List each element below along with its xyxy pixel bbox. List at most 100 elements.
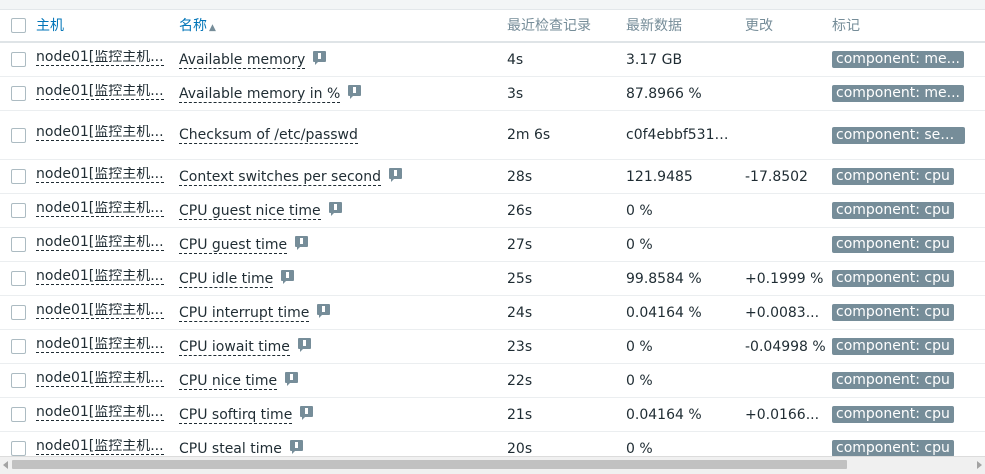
tag-badge[interactable]: component: cpu bbox=[832, 338, 954, 355]
table-row: node01[监控主机... CPU guest time 27s 0 % compon… bbox=[0, 227, 985, 262]
host-link[interactable]: node01[监控主机... bbox=[36, 235, 164, 251]
description-icon[interactable] bbox=[289, 439, 303, 454]
row-checkbox[interactable] bbox=[11, 407, 26, 422]
host-link[interactable]: node01[监控主机... bbox=[36, 269, 164, 285]
tag-badge[interactable]: component: cpu bbox=[832, 406, 954, 423]
row-select-cell bbox=[0, 295, 36, 330]
item-name-link[interactable]: CPU softirq time bbox=[179, 407, 293, 424]
host-link[interactable]: node01[监控主机... bbox=[36, 303, 164, 319]
row-checkbox[interactable] bbox=[11, 52, 26, 67]
latest-data-value: 0 % bbox=[626, 202, 653, 219]
description-icon[interactable] bbox=[317, 303, 331, 318]
header-host[interactable]: 主机 bbox=[36, 9, 179, 43]
table-row: node01[监控主机... Available memory in % 3s 87.… bbox=[0, 76, 985, 111]
change-cell: -0.04998 % bbox=[745, 329, 832, 364]
row-select-cell bbox=[0, 227, 36, 262]
tag-badge[interactable]: component: cpu bbox=[832, 304, 954, 321]
tag-badge[interactable]: component: cpu bbox=[832, 168, 954, 185]
header-name-label[interactable]: 名称 bbox=[179, 18, 207, 34]
item-name-link[interactable]: CPU iowait time bbox=[179, 339, 290, 356]
host-link[interactable]: node01[监控主机... bbox=[36, 201, 164, 217]
tag-badge[interactable]: component: cpu bbox=[832, 270, 954, 287]
change-cell bbox=[745, 110, 832, 160]
host-link[interactable]: node01[监控主机... bbox=[36, 337, 164, 353]
scroll-right-arrow-icon[interactable] bbox=[977, 461, 982, 469]
description-icon[interactable] bbox=[297, 337, 311, 352]
item-name-link[interactable]: CPU nice time bbox=[179, 373, 278, 390]
host-link[interactable]: node01[监控主机... bbox=[36, 405, 164, 421]
row-checkbox[interactable] bbox=[11, 339, 26, 354]
description-icon[interactable] bbox=[281, 269, 295, 284]
table-row: node01[监控主机... Context switches per secon… bbox=[0, 159, 985, 194]
description-icon[interactable] bbox=[285, 371, 299, 386]
row-checkbox[interactable] bbox=[11, 441, 26, 456]
row-select-cell bbox=[0, 363, 36, 398]
horizontal-scrollbar[interactable] bbox=[0, 456, 985, 474]
select-all-cell bbox=[0, 9, 36, 43]
tag-badge[interactable]: component: cpu bbox=[832, 236, 954, 253]
host-link[interactable]: node01[监控主机... bbox=[36, 125, 164, 141]
item-name-link[interactable]: Context switches per second bbox=[179, 169, 381, 186]
tag-badge[interactable]: component: cpu bbox=[832, 440, 954, 457]
host-link[interactable]: node01[监控主机... bbox=[36, 84, 164, 100]
host-link[interactable]: node01[监控主机... bbox=[36, 50, 164, 66]
description-icon[interactable] bbox=[388, 167, 402, 182]
description-icon[interactable] bbox=[348, 84, 362, 99]
latest-data-value: 0.04164 % bbox=[626, 406, 702, 423]
host-cell: node01[监控主机... bbox=[36, 363, 179, 398]
item-name-link[interactable]: Available memory in % bbox=[179, 86, 341, 103]
item-name-link[interactable]: CPU guest time bbox=[179, 237, 288, 254]
table-row: node01[监控主机... CPU idle time 25s 99.8584 % +… bbox=[0, 261, 985, 296]
change-value: -17.8502 bbox=[745, 168, 808, 185]
latest-data-value: 0 % bbox=[626, 372, 653, 389]
latest-data-value: 0 % bbox=[626, 440, 653, 457]
host-cell: node01[监控主机... bbox=[36, 193, 179, 228]
latest-data-value: 0 % bbox=[626, 236, 653, 253]
row-checkbox[interactable] bbox=[11, 271, 26, 286]
item-name-link[interactable]: Checksum of /etc/passwd bbox=[179, 127, 358, 144]
header-host-label[interactable]: 主机 bbox=[36, 18, 64, 34]
last-check-value: 20s bbox=[507, 440, 533, 457]
item-name-link[interactable]: CPU guest nice time bbox=[179, 203, 321, 220]
last-check-cell: 23s bbox=[507, 329, 626, 364]
row-checkbox[interactable] bbox=[11, 169, 26, 184]
tags-cell: component: cpu bbox=[832, 397, 985, 432]
tag-badge[interactable]: component: sec... bbox=[832, 126, 965, 144]
description-icon[interactable] bbox=[313, 50, 327, 65]
scroll-left-arrow-icon[interactable] bbox=[3, 461, 8, 469]
scrollbar-thumb[interactable] bbox=[12, 460, 847, 469]
latest-data-cell: c0f4ebbf531a... bbox=[626, 110, 745, 160]
tag-badge[interactable]: component: cpu bbox=[832, 372, 954, 389]
host-cell: node01[监控主机... bbox=[36, 42, 179, 77]
row-checkbox[interactable] bbox=[11, 127, 26, 143]
row-checkbox[interactable] bbox=[11, 305, 26, 320]
last-check-cell: 24s bbox=[507, 295, 626, 330]
host-link[interactable]: node01[监控主机... bbox=[36, 371, 164, 387]
item-name-link[interactable]: Available memory bbox=[179, 52, 306, 69]
change-value: +0.1999 % bbox=[745, 270, 824, 287]
item-name-link[interactable]: CPU interrupt time bbox=[179, 305, 310, 322]
row-select-cell bbox=[0, 76, 36, 111]
host-link[interactable]: node01[监控主机... bbox=[36, 439, 164, 455]
tag-badge[interactable]: component: me... bbox=[832, 85, 964, 102]
table-row: node01[监控主机... Available memory 4s 3.17 GB c… bbox=[0, 42, 985, 77]
row-checkbox[interactable] bbox=[11, 237, 26, 252]
latest-data-cell: 0 % bbox=[626, 363, 745, 398]
tag-badge[interactable]: component: me... bbox=[832, 51, 964, 68]
tag-badge[interactable]: component: cpu bbox=[832, 202, 954, 219]
description-icon[interactable] bbox=[300, 405, 314, 420]
description-icon[interactable] bbox=[328, 201, 342, 216]
select-all-checkbox[interactable] bbox=[11, 17, 26, 33]
tags-cell: component: cpu bbox=[832, 227, 985, 262]
row-checkbox[interactable] bbox=[11, 373, 26, 388]
item-name-link[interactable]: CPU idle time bbox=[179, 271, 274, 288]
table-row: node01[监控主机... CPU guest nice time 26s 0 % c… bbox=[0, 193, 985, 228]
row-checkbox[interactable] bbox=[11, 86, 26, 101]
host-link[interactable]: node01[监控主机... bbox=[36, 167, 164, 183]
tags-cell: component: me... bbox=[832, 42, 985, 77]
row-checkbox[interactable] bbox=[11, 203, 26, 218]
description-icon[interactable] bbox=[295, 235, 309, 250]
tags-cell: component: cpu bbox=[832, 295, 985, 330]
header-name[interactable]: 名称 ▲ bbox=[179, 9, 507, 43]
tags-cell: component: me... bbox=[832, 76, 985, 111]
